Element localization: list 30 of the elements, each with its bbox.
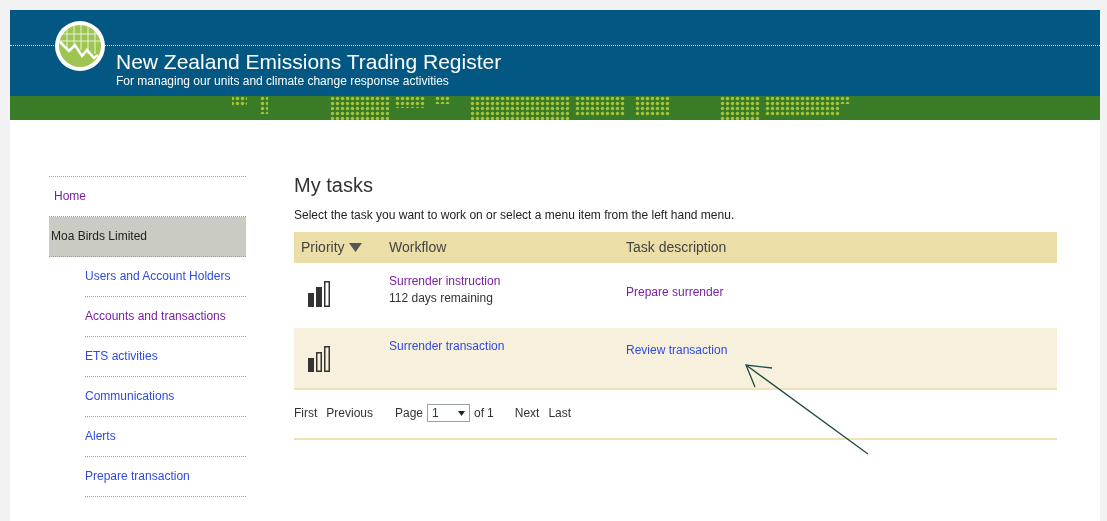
dropdown-icon <box>458 410 466 416</box>
sidebar-item[interactable]: Users and Account Holders <box>85 257 246 297</box>
last-link[interactable]: Last <box>548 404 572 422</box>
page-select[interactable]: 1 <box>427 404 471 422</box>
sort-icon[interactable] <box>348 243 362 252</box>
sidebar-item[interactable]: Accounts and transactions <box>85 297 246 337</box>
column-header[interactable]: Priority <box>301 237 345 258</box>
first-link[interactable]: First <box>294 404 318 422</box>
selected-row[interactable]: Surrender transaction Review transaction <box>294 328 1057 390</box>
page-heading: My tasks <box>294 173 374 198</box>
workflow-link[interactable]: Surrender instruction <box>389 273 501 290</box>
sidebar-item[interactable]: Prepare transaction <box>85 457 246 497</box>
of-label: of <box>474 405 485 422</box>
sidebar-item[interactable]: Alerts <box>85 417 246 457</box>
next-link[interactable]: Next <box>514 404 540 422</box>
previous-link[interactable]: Previous <box>326 404 373 422</box>
sidebar-item[interactable]: Communications <box>85 377 246 417</box>
workflow-link[interactable]: Surrender transaction <box>389 338 505 355</box>
sidebar-item[interactable]: ETS activities <box>85 337 246 377</box>
task-link[interactable]: Prepare surrender <box>626 283 724 301</box>
page-total: 1 <box>487 405 494 422</box>
sidebar-item[interactable]: Moa Birds Limited <box>49 217 246 257</box>
task-link[interactable]: Review transaction <box>626 341 728 359</box>
column-header: Workflow <box>389 238 447 257</box>
column-header: Task description <box>626 238 727 257</box>
site-title: New Zealand Emissions Trading Register <box>116 50 502 74</box>
intro-text: Select the task you want to work on or select a menu item from the left hand menu. <box>294 207 736 224</box>
site-subtitle: For managing our units and climate change response activities <box>116 74 450 88</box>
days-remaining: 112 days remaining <box>389 290 493 307</box>
page-label: Page <box>395 405 424 422</box>
